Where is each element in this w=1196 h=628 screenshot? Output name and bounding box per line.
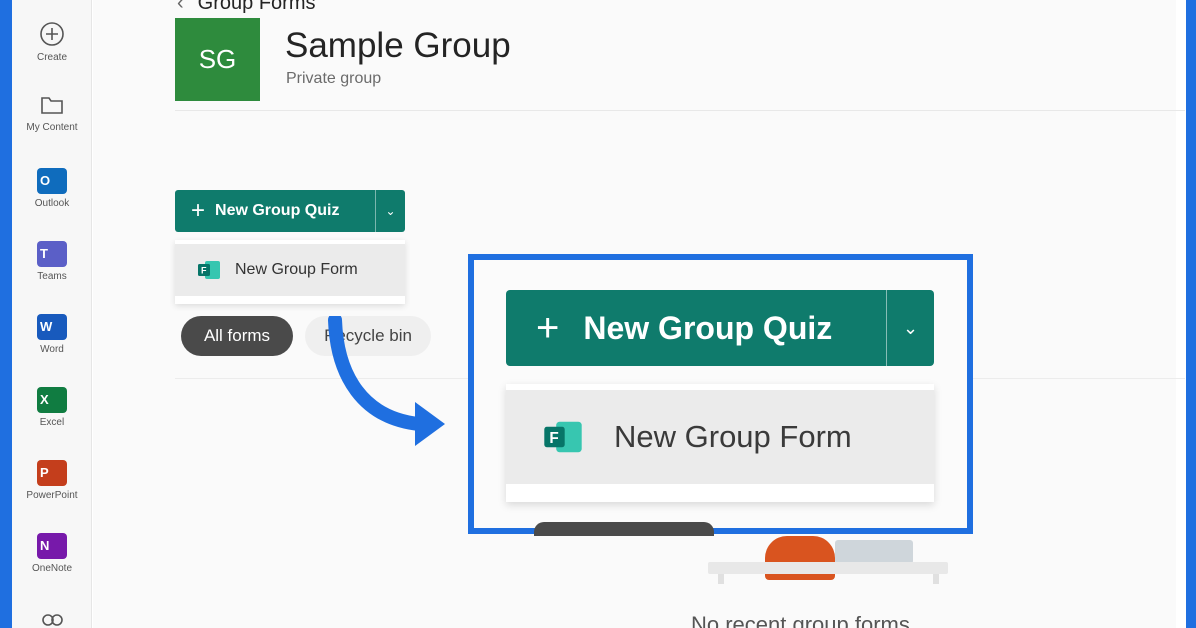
header-divider xyxy=(175,110,1185,111)
new-group-quiz-main[interactable]: + New Group Quiz xyxy=(175,190,375,232)
callout-pill-hint xyxy=(534,522,714,536)
rail-item-powerpoint[interactable]: P PowerPoint xyxy=(12,460,92,501)
group-name: Sample Group xyxy=(285,26,511,65)
group-initials: SG xyxy=(198,44,237,74)
rail-label-my-content: My Content xyxy=(26,122,78,133)
zoom-callout: + New Group Quiz ⌄ F New Group Form xyxy=(468,254,973,536)
word-icon-letter: W xyxy=(40,319,53,334)
frame-border-left xyxy=(0,0,12,628)
rail-label-powerpoint: PowerPoint xyxy=(26,490,78,501)
rail-label-teams: Teams xyxy=(37,271,67,282)
menu-item-label: New Group Form xyxy=(235,261,358,278)
rail-label-create: Create xyxy=(36,52,67,63)
onenote-icon-letter: N xyxy=(40,538,50,553)
empty-illustration-desk xyxy=(708,562,948,574)
rail-item-teams[interactable]: T Teams xyxy=(12,241,92,282)
rail-item-excel[interactable]: X Excel xyxy=(12,387,92,428)
group-privacy: Private group xyxy=(286,70,382,87)
new-group-quiz-button[interactable]: + New Group Quiz ⌄ xyxy=(175,190,405,232)
rail-label-word: Word xyxy=(40,344,64,355)
callout-menu: F New Group Form xyxy=(506,384,934,502)
new-menu-dropdown: F New Group Form xyxy=(175,240,405,304)
empty-state-text: No recent group forms xyxy=(691,612,910,628)
excel-icon: X xyxy=(37,387,67,413)
chevron-down-icon[interactable]: ⌄ xyxy=(375,190,405,232)
pointer-arrow-icon xyxy=(328,316,445,446)
empty-illustration-desk-leg xyxy=(718,574,724,584)
folder-icon xyxy=(41,97,63,114)
word-icon: W xyxy=(37,314,67,340)
plus-circle-icon xyxy=(40,22,64,46)
teams-icon: T xyxy=(37,241,67,267)
onenote-icon: N xyxy=(37,533,67,559)
callout-new-group-quiz-label: New Group Quiz xyxy=(583,309,833,346)
new-group-quiz-label: New Group Quiz xyxy=(215,202,340,219)
plus-icon: + xyxy=(536,306,560,350)
rail-item-outlook[interactable]: O Outlook xyxy=(12,168,92,209)
filter-all-forms-label: All forms xyxy=(203,326,271,345)
empty-illustration-laptop xyxy=(835,540,913,564)
chevron-down-icon[interactable]: ⌄ xyxy=(886,290,934,366)
main-content: ‹ Group Forms SG Sample Group Private gro… xyxy=(93,0,1185,628)
back-arrow-icon[interactable]: ‹ xyxy=(177,0,184,14)
rail-item-word[interactable]: W Word xyxy=(12,314,92,355)
excel-icon-letter: X xyxy=(40,392,49,407)
empty-illustration-desk-leg xyxy=(933,574,939,584)
group-avatar: SG xyxy=(175,18,260,101)
rail-label-onenote: OneNote xyxy=(31,563,73,574)
rail-item-more-apps[interactable] xyxy=(12,610,92,628)
frame-border-right xyxy=(1186,0,1196,628)
forms-icon: F xyxy=(544,421,582,453)
callout-new-group-quiz-button[interactable]: + New Group Quiz ⌄ xyxy=(506,290,934,366)
app-rail: Create My Content O Outlook T Teams W Wo… xyxy=(12,0,92,628)
apps-icon xyxy=(42,614,63,626)
svg-text:F: F xyxy=(201,266,207,276)
svg-text:F: F xyxy=(549,430,558,447)
rail-label-outlook: Outlook xyxy=(34,198,70,209)
callout-new-group-quiz-main[interactable]: + New Group Quiz xyxy=(506,290,886,366)
filter-all-forms[interactable]: All forms xyxy=(181,316,293,356)
outlook-icon: O xyxy=(37,168,67,194)
outlook-icon-letter: O xyxy=(40,173,51,188)
plus-icon: + xyxy=(191,197,206,224)
rail-item-onenote[interactable]: N OneNote xyxy=(12,533,92,574)
breadcrumb[interactable]: ‹ Group Forms xyxy=(177,0,315,15)
breadcrumb-title: Group Forms xyxy=(197,0,316,14)
powerpoint-icon-letter: P xyxy=(40,465,49,480)
callout-menu-item-new-group-form[interactable]: F New Group Form xyxy=(506,390,934,484)
rail-item-my-content[interactable]: My Content xyxy=(12,92,92,133)
rail-item-create[interactable]: Create xyxy=(12,20,92,63)
rail-label-excel: Excel xyxy=(39,417,65,428)
menu-item-new-group-form[interactable]: F New Group Form xyxy=(175,244,405,296)
forms-icon: F xyxy=(198,261,220,279)
powerpoint-icon: P xyxy=(37,460,67,486)
teams-icon-letter: T xyxy=(40,246,48,261)
callout-menu-item-label: New Group Form xyxy=(614,419,852,454)
